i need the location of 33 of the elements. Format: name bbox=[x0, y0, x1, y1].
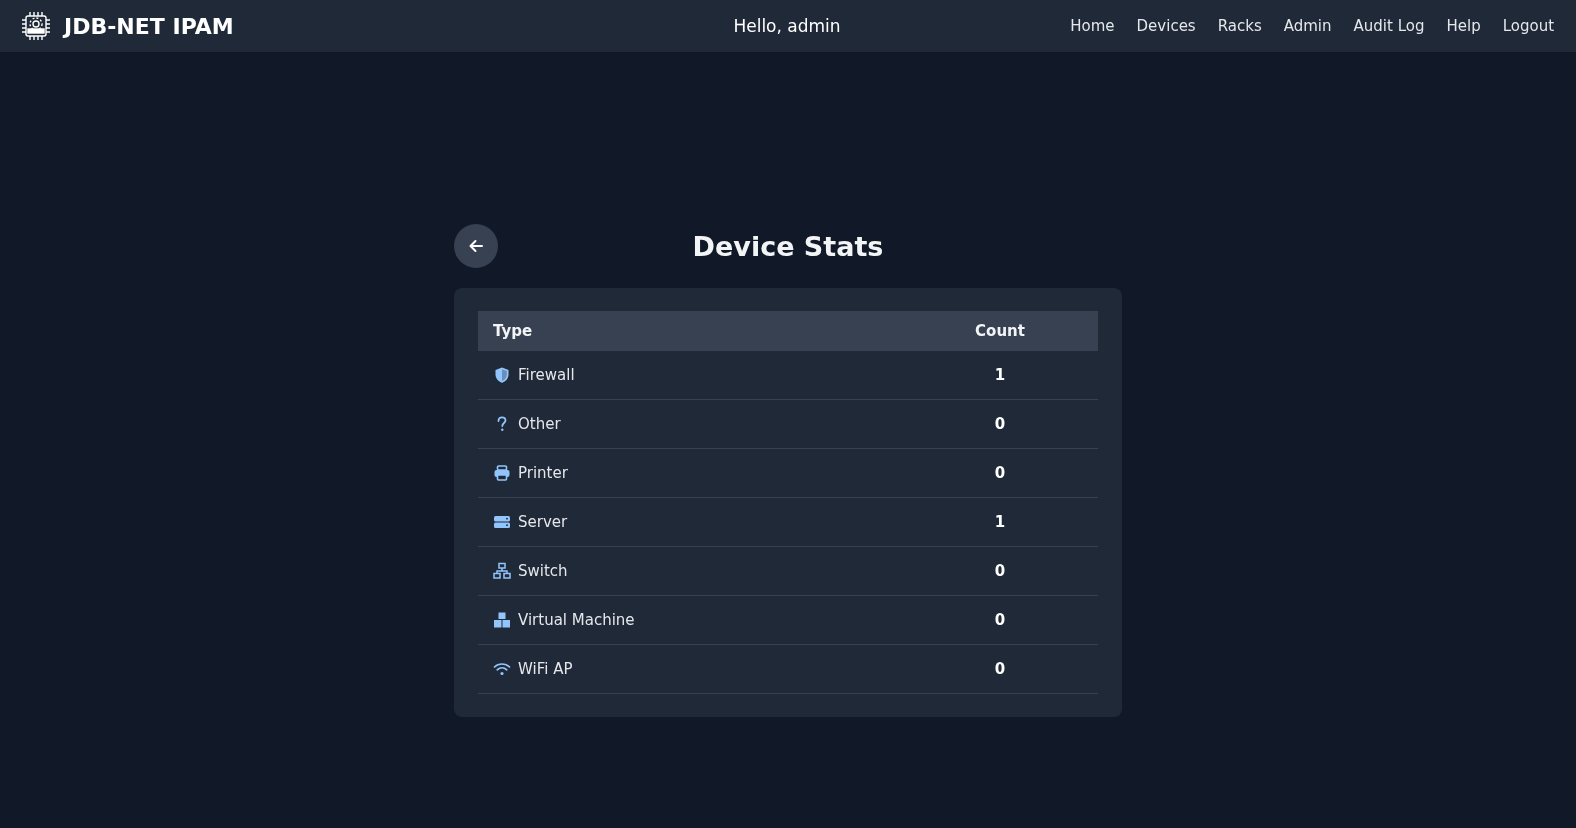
nav-link[interactable]: Racks bbox=[1217, 17, 1262, 35]
nav-link[interactable]: Devices bbox=[1136, 17, 1196, 35]
device-type-label: Firewall bbox=[518, 366, 575, 385]
brand-name[interactable]: JDB-NET IPAM bbox=[64, 13, 234, 39]
column-header: Type bbox=[478, 311, 902, 351]
nav-link[interactable]: Home bbox=[1070, 17, 1115, 35]
column-header: Count bbox=[902, 311, 1098, 351]
device-type-label: Server bbox=[518, 513, 568, 532]
device-type-label: Printer bbox=[518, 464, 568, 483]
count-cell: 0 bbox=[902, 448, 1098, 498]
greeting-text: Hello, admin bbox=[733, 16, 841, 36]
arrow-left-icon bbox=[468, 238, 484, 254]
printer-icon bbox=[493, 464, 511, 483]
count-cell: 0 bbox=[902, 595, 1098, 645]
device-type-label: Other bbox=[518, 415, 561, 434]
device-type-label: Virtual Machine bbox=[518, 611, 635, 630]
nav-link[interactable]: Help bbox=[1446, 17, 1481, 35]
boxes-icon bbox=[493, 611, 511, 630]
count-cell: 1 bbox=[902, 351, 1098, 400]
shield-icon bbox=[493, 366, 511, 385]
chip-gear-logo-icon bbox=[20, 10, 52, 42]
nav-link[interactable]: Admin bbox=[1283, 17, 1332, 35]
nav-link[interactable]: Audit Log bbox=[1353, 17, 1425, 35]
count-cell: 0 bbox=[902, 546, 1098, 596]
count-cell: 0 bbox=[902, 644, 1098, 694]
network-icon bbox=[493, 562, 511, 581]
back-button[interactable] bbox=[454, 224, 498, 268]
device-type-label: Switch bbox=[518, 562, 568, 581]
page-title: Device Stats bbox=[691, 230, 885, 262]
count-cell: 0 bbox=[902, 399, 1098, 449]
count-cell: 1 bbox=[902, 497, 1098, 547]
nav-link[interactable]: Logout bbox=[1502, 17, 1554, 35]
device-type-label: WiFi AP bbox=[518, 660, 573, 679]
